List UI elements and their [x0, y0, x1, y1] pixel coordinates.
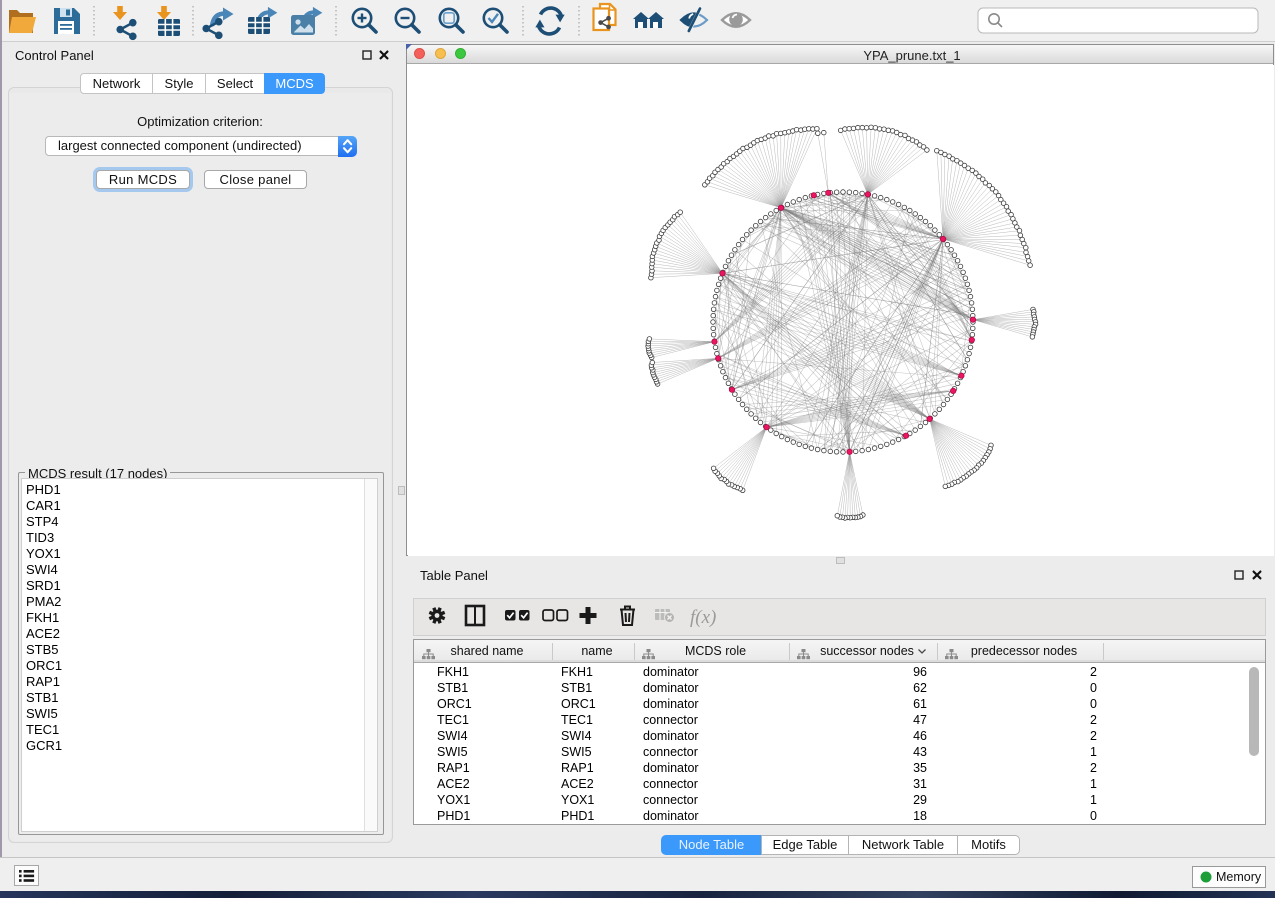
svg-text:Memory: Memory — [1216, 870, 1262, 884]
svg-text:f(x): f(x) — [690, 607, 716, 628]
